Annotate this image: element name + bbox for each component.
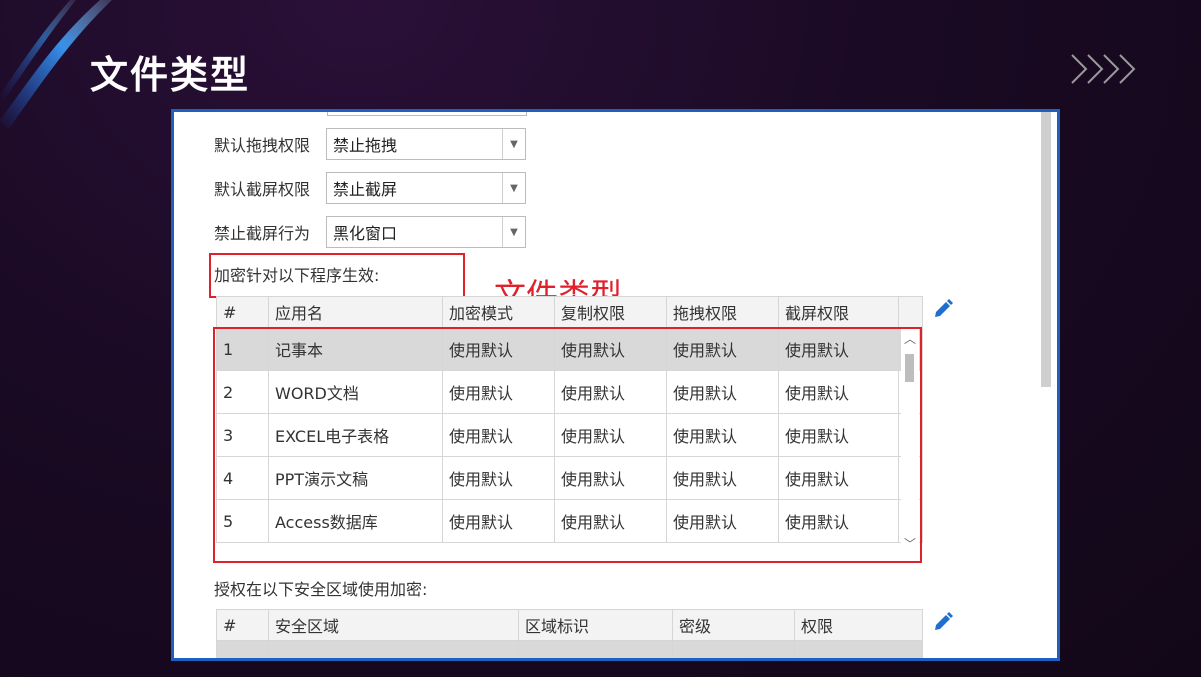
drag-permission-label: 默认拖拽权限	[214, 136, 311, 155]
slide-title: 文件类型	[90, 53, 251, 97]
col-header-index[interactable]: #	[216, 296, 269, 328]
col-header-zone-id[interactable]: 区域标识	[518, 609, 673, 641]
chevron-down-icon[interactable]: ▼	[502, 129, 525, 159]
cell-partial	[216, 640, 269, 658]
drag-permission-value: 禁止拖拽	[333, 136, 398, 155]
screenshot-permission-select[interactable]: 禁止截屏 ▼	[326, 172, 526, 204]
highlight-box-label	[209, 253, 465, 298]
table-row[interactable]	[216, 640, 923, 658]
chevron-down-icon[interactable]: ▼	[502, 217, 525, 247]
form-row-screenshot-action: 禁止截屏行为 黑化窗口 ▼	[214, 215, 526, 249]
cell-partial	[672, 640, 795, 658]
chevrons-right-icon	[1071, 54, 1136, 84]
col-header-encrypt-mode[interactable]: 加密模式	[442, 296, 555, 328]
zones-header-row: # 安全区域 区域标识 密级 权限	[216, 609, 923, 641]
screenshot-permission-value: 禁止截屏	[333, 180, 398, 199]
settings-window: 默认拖拽权限 禁止拖拽 ▼ 默认截屏权限 禁止截屏 ▼ 禁止截屏行为 黑化窗口 …	[171, 109, 1060, 661]
form-row-drag: 默认拖拽权限 禁止拖拽 ▼	[214, 127, 526, 161]
screenshot-action-select[interactable]: 黑化窗口 ▼	[326, 216, 526, 248]
window-scrollbar[interactable]	[1041, 112, 1051, 387]
highlight-box-table	[213, 327, 922, 563]
cell-partial	[268, 640, 519, 658]
col-header-drag-permission[interactable]: 拖拽权限	[666, 296, 779, 328]
screenshot-permission-label: 默认截屏权限	[214, 180, 311, 199]
col-header-screenshot-permission[interactable]: 截屏权限	[778, 296, 899, 328]
zones-section-label: 授权在以下安全区域使用加密:	[214, 580, 428, 599]
form-row-screenshot: 默认截屏权限 禁止截屏 ▼	[214, 171, 526, 205]
cell-partial	[794, 640, 923, 658]
screenshot-action-label: 禁止截屏行为	[214, 224, 311, 243]
col-header-security-zone[interactable]: 安全区域	[268, 609, 519, 641]
col-header-classification[interactable]: 密级	[672, 609, 795, 641]
edit-icon[interactable]	[933, 610, 955, 632]
programs-header-row: # 应用名 加密模式 复制权限 拖拽权限 截屏权限	[216, 296, 923, 328]
cell-partial	[518, 640, 673, 658]
col-header-copy-permission[interactable]: 复制权限	[554, 296, 667, 328]
screenshot-action-value: 黑化窗口	[333, 224, 398, 243]
col-header-permission[interactable]: 权限	[794, 609, 923, 641]
col-header-app-name[interactable]: 应用名	[268, 296, 443, 328]
select-partial	[327, 112, 527, 116]
edit-icon[interactable]	[933, 297, 955, 319]
col-header-index[interactable]: #	[216, 609, 269, 641]
zones-table: # 安全区域 区域标识 密级 权限	[216, 609, 923, 658]
col-header-blank	[898, 296, 923, 328]
drag-permission-select[interactable]: 禁止拖拽 ▼	[326, 128, 526, 160]
chevron-down-icon[interactable]: ▼	[502, 173, 525, 203]
